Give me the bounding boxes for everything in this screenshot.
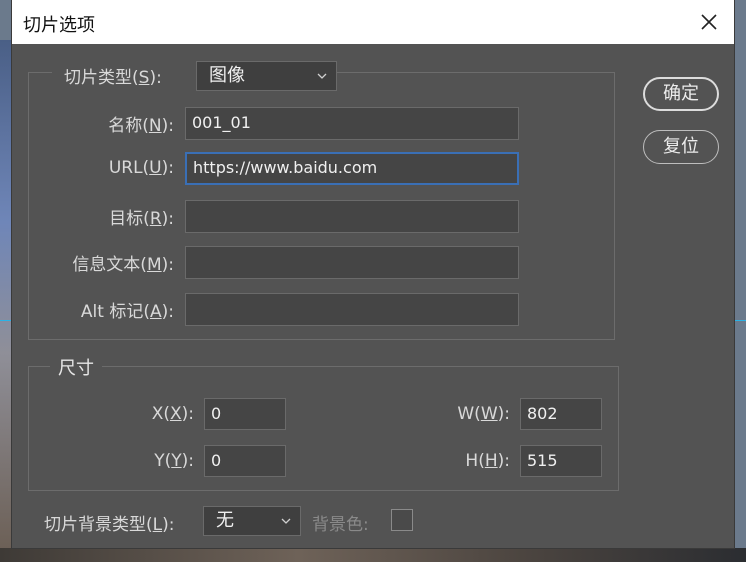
window-title: 切片选项 bbox=[23, 15, 95, 36]
x-field[interactable]: 0 bbox=[204, 398, 286, 430]
chevron-down-icon bbox=[317, 73, 327, 79]
name-field[interactable]: 001_01 bbox=[185, 107, 519, 140]
close-button[interactable] bbox=[684, 0, 734, 44]
slice-background-type-select[interactable]: 无 bbox=[203, 506, 301, 536]
slice-options-dialog: 切片选项 确定 复位 切片类型(S): 图像 名称(N): 001_01 URL… bbox=[12, 0, 734, 548]
x-label: X(X): bbox=[151, 404, 194, 424]
h-label: H(H): bbox=[465, 451, 510, 471]
title-bar: 切片选项 bbox=[12, 0, 734, 44]
close-icon bbox=[701, 14, 717, 30]
slice-background-type-value: 无 bbox=[216, 510, 234, 531]
w-label: W(W): bbox=[457, 404, 510, 424]
slice-type-select[interactable]: 图像 bbox=[196, 61, 337, 91]
ok-button[interactable]: 确定 bbox=[643, 77, 719, 111]
guide-line bbox=[734, 320, 746, 321]
y-label: Y(Y): bbox=[154, 451, 194, 471]
dimensions-legend: 尺寸 bbox=[50, 354, 102, 380]
y-field[interactable]: 0 bbox=[204, 445, 286, 477]
alt-tag-label: Alt 标记(A): bbox=[80, 302, 174, 322]
background-color-label: 背景色: bbox=[312, 515, 369, 535]
background-image bbox=[0, 40, 12, 562]
w-field[interactable]: 802 bbox=[520, 398, 602, 430]
background-color-swatch[interactable] bbox=[391, 509, 413, 531]
name-label: 名称(N): bbox=[108, 116, 174, 136]
url-field[interactable]: https://www.baidu.com bbox=[185, 152, 519, 185]
message-text-field[interactable] bbox=[185, 246, 519, 279]
message-text-label: 信息文本(M): bbox=[72, 255, 174, 275]
url-label: URL(U): bbox=[108, 158, 174, 178]
reset-button[interactable]: 复位 bbox=[643, 130, 719, 164]
target-field[interactable] bbox=[185, 200, 519, 233]
slice-type-value: 图像 bbox=[209, 65, 245, 86]
alt-tag-field[interactable] bbox=[185, 293, 519, 326]
slice-type-label: 切片类型(S): bbox=[52, 63, 204, 88]
guide-line bbox=[0, 320, 12, 321]
target-label: 目标(R): bbox=[109, 209, 174, 229]
slice-background-type-label: 切片背景类型(L): bbox=[44, 515, 175, 535]
chevron-down-icon bbox=[281, 518, 291, 524]
background-image-bottom bbox=[0, 548, 746, 562]
h-field[interactable]: 515 bbox=[520, 445, 602, 477]
